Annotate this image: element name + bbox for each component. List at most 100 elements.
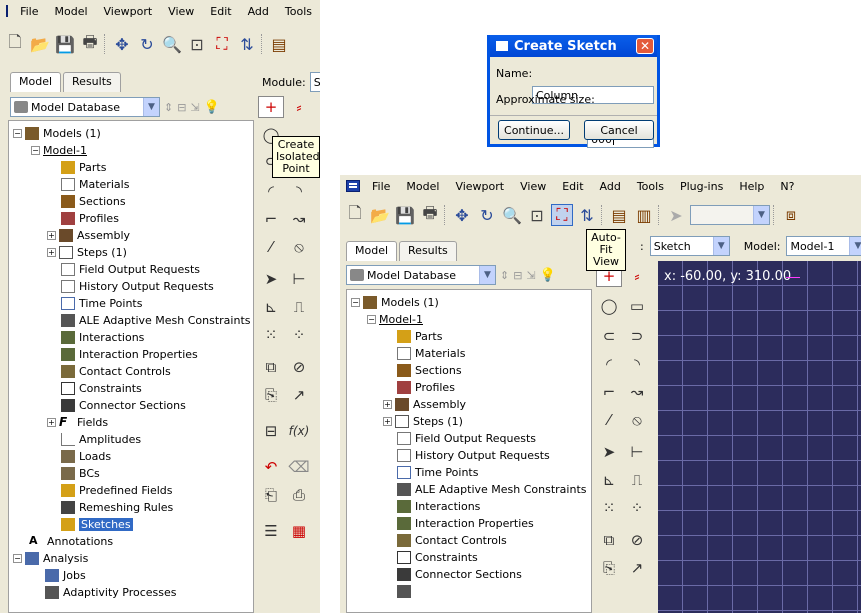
tree-constraints[interactable]: Constraints <box>61 380 142 397</box>
tree-time-points[interactable]: Time Points <box>61 295 142 312</box>
collapse-icon[interactable]: − <box>13 554 22 563</box>
tree-steps[interactable]: + Steps (1) <box>383 413 463 430</box>
filter-icon[interactable]: ⊟ <box>513 269 522 282</box>
menu-view[interactable]: View <box>160 5 202 18</box>
dimension-icon[interactable]: ⊢ <box>624 441 650 463</box>
tree-sections[interactable]: Sections <box>397 362 462 379</box>
spline-icon[interactable]: ⸗ <box>286 96 312 118</box>
close-icon[interactable]: ✕ <box>636 38 654 54</box>
tree-fields[interactable]: + F Fields <box>47 414 108 431</box>
zoom-icon[interactable]: 🔍 <box>161 33 183 55</box>
offset-icon[interactable]: ⎍ <box>624 469 650 491</box>
menu-edit[interactable]: Edit <box>202 5 239 18</box>
selection-filter-dropdown[interactable]: ▼ <box>690 205 770 225</box>
collapse-icon[interactable]: − <box>13 129 22 138</box>
cycle-views-icon[interactable]: ⇅ <box>236 33 258 55</box>
save-icon[interactable]: 💾 <box>54 33 76 55</box>
tree-models[interactable]: − Models (1) <box>13 125 101 142</box>
menu-tools[interactable]: Tools <box>277 5 320 18</box>
menu-viewport[interactable]: Viewport <box>447 180 512 193</box>
pan-icon[interactable]: ✥ <box>451 204 473 226</box>
constraint-icon[interactable]: ⊾ <box>596 469 622 491</box>
tree-field-output[interactable]: Field Output Requests <box>397 430 536 447</box>
tree-materials[interactable]: Materials <box>61 176 129 193</box>
fillet-icon[interactable]: ⌐ <box>596 381 622 403</box>
sort-icon[interactable]: ⇕ <box>164 101 173 114</box>
arc-tangent-icon[interactable]: ◝ <box>624 353 650 375</box>
tree-contact-controls[interactable]: Contact Controls <box>61 363 171 380</box>
expand-plus-icon[interactable]: + <box>47 248 56 257</box>
render-style-icon[interactable]: ▤ <box>608 204 630 226</box>
rotate-icon[interactable]: ↻ <box>136 33 158 55</box>
translate-icon[interactable]: ⧉ <box>596 529 622 551</box>
filter-icon[interactable]: ⊟ <box>177 101 186 114</box>
menu-model[interactable]: Model <box>46 5 95 18</box>
extend-icon[interactable]: ↗ <box>286 384 312 406</box>
tree-interaction-props[interactable]: Interaction Properties <box>397 515 534 532</box>
menu-file[interactable]: File <box>12 5 46 18</box>
print-icon[interactable]: 🖶 <box>419 203 441 226</box>
tree-models[interactable]: − Models (1) <box>351 294 439 311</box>
continue-button[interactable]: Continue... <box>498 120 570 140</box>
tree-steps[interactable]: + Steps (1) <box>47 244 127 261</box>
arc-tangent-icon[interactable]: ◝ <box>286 180 312 202</box>
model-database-select[interactable]: Model Database ▼ <box>10 97 160 117</box>
construction-line-icon[interactable]: ⁄ <box>596 409 622 431</box>
sort-icon[interactable]: ⇕ <box>500 269 509 282</box>
collapse-icon[interactable]: − <box>367 315 376 324</box>
isolated-point-icon[interactable]: + <box>258 96 284 118</box>
rotate-icon[interactable]: ↻ <box>476 204 498 226</box>
menu-edit[interactable]: Edit <box>554 180 591 193</box>
tree-ale[interactable]: ALE Adaptive Mesh Constraints <box>61 312 251 329</box>
sketch-canvas[interactable]: x: -60.00, y: 310.00 <box>658 261 861 613</box>
tab-model[interactable]: Model <box>10 72 62 92</box>
open-folder-icon[interactable]: 📂 <box>29 33 51 55</box>
undo-icon[interactable]: ↶ <box>258 456 284 478</box>
arc-center-icon[interactable]: ◜ <box>258 180 284 202</box>
tab-results[interactable]: Results <box>399 241 457 261</box>
tab-model[interactable]: Model <box>346 241 398 261</box>
save-sketch-icon[interactable]: ⎙ <box>286 484 312 506</box>
dimension-icon[interactable]: ⊢ <box>286 268 312 290</box>
cancel-button[interactable]: Cancel <box>584 120 654 140</box>
constraint-icon[interactable]: ⊾ <box>258 296 284 318</box>
tree-field-output[interactable]: Field Output Requests <box>61 261 200 278</box>
box-zoom-icon[interactable]: ⊡ <box>186 33 208 55</box>
trim-icon[interactable]: ⎘ <box>258 384 284 406</box>
tree-model-1[interactable]: − Model-1 <box>31 142 87 159</box>
tree-remeshing[interactable]: Remeshing Rules <box>61 499 173 516</box>
save-icon[interactable]: 💾 <box>394 204 416 226</box>
expand-icon[interactable]: ⇲ <box>526 269 535 282</box>
menu-plugins[interactable]: Plug-ins <box>672 180 731 193</box>
tree-annotations[interactable]: A Annotations <box>29 533 113 550</box>
function-icon[interactable]: f(x) <box>286 420 312 442</box>
pan-icon[interactable]: ✥ <box>111 33 133 55</box>
tree-profiles[interactable]: Profiles <box>397 379 455 396</box>
autofit-icon[interactable]: ⛶ <box>211 33 233 55</box>
expand-plus-icon[interactable]: + <box>383 400 392 409</box>
fillet-icon[interactable]: ⌐ <box>258 208 284 230</box>
ellipse-icon[interactable]: ⊂ <box>596 325 622 347</box>
menu-help[interactable]: Help <box>731 180 772 193</box>
construction-circle-icon[interactable]: ⦸ <box>286 236 312 258</box>
tree-history-output[interactable]: History Output Requests <box>61 278 214 295</box>
module-dropdown[interactable]: Sketch ▼ <box>649 236 730 256</box>
arc-threepoint-icon[interactable]: ↝ <box>286 208 312 230</box>
module-dropdown[interactable]: Sk <box>309 72 320 92</box>
tree-analysis[interactable]: − Analysis <box>13 550 88 567</box>
spline-icon[interactable]: ⸗ <box>624 265 650 287</box>
tree-time-points[interactable]: Time Points <box>397 464 478 481</box>
radial-pattern-icon[interactable]: ⁘ <box>624 497 650 519</box>
tree-interactions[interactable]: Interactions <box>397 498 480 515</box>
trim-icon[interactable]: ⎘ <box>596 557 622 579</box>
tree-contact-controls[interactable]: Contact Controls <box>397 532 507 549</box>
box-zoom-icon[interactable]: ⊡ <box>526 204 548 226</box>
expand-plus-icon[interactable]: + <box>47 418 56 427</box>
tree-materials[interactable]: Materials <box>397 345 465 362</box>
tree-profiles[interactable]: Profiles <box>61 210 119 227</box>
tree-bcs[interactable]: BCs <box>61 465 100 482</box>
new-file-icon[interactable]: 🗋 <box>344 203 366 226</box>
tree-connector-sections[interactable]: Connector Sections <box>61 397 186 414</box>
menu-context-help[interactable]: N? <box>772 180 802 193</box>
tree-jobs[interactable]: Jobs <box>45 567 86 584</box>
